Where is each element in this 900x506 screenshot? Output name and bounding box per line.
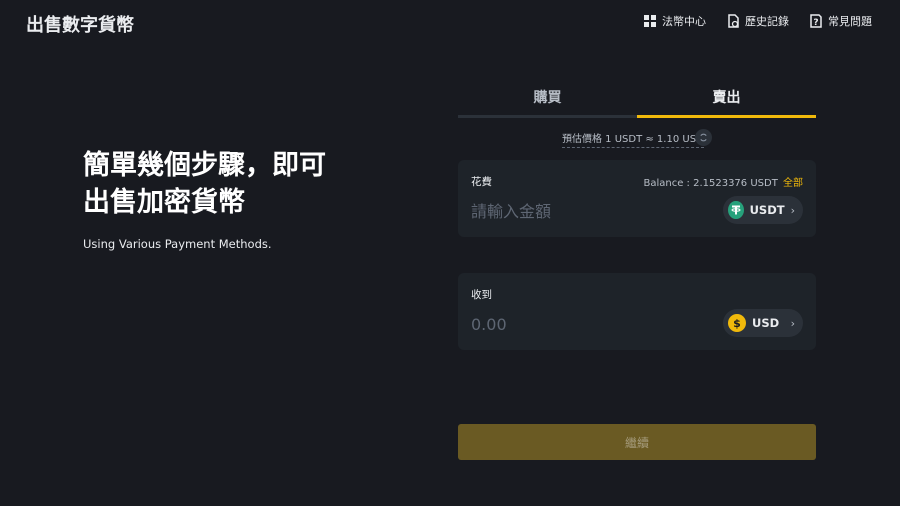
svg-text:?: ? <box>813 18 818 28</box>
page-title: 出售數字貨幣 <box>26 15 134 36</box>
nav-history-label: 歷史記錄 <box>745 15 789 28</box>
top-nav: 法幣中心 歷史記錄 ? 常見問題 <box>643 13 872 29</box>
tab-sell[interactable]: 賣出 <box>637 82 816 118</box>
balance-text: Balance : 2.1523376 USDT <box>643 178 778 189</box>
receive-coin-select[interactable]: $ USD › <box>723 309 803 337</box>
refresh-icon[interactable] <box>695 129 712 146</box>
continue-button[interactable]: 繼續 <box>458 424 816 460</box>
all-button[interactable]: 全部 <box>783 178 803 189</box>
help-icon: ? <box>809 14 823 28</box>
header: 出售數字貨幣 法幣中心 歷史記錄 ? 常見問題 <box>0 0 900 44</box>
trade-panel: 購買 賣出 預估價格 1 USDT ≈ 1.10 USD 花費 Balance … <box>458 82 816 350</box>
nav-faq[interactable]: ? 常見問題 <box>809 13 872 29</box>
nav-history[interactable]: 歷史記錄 <box>726 13 789 29</box>
spend-label: 花費 <box>471 176 492 188</box>
receive-coin-name: USD <box>752 316 780 330</box>
hero-heading: 簡單幾個步驟，即可 出售加密貨幣 <box>83 147 383 221</box>
spend-card: 花費 Balance : 2.1523376 USDT 全部 USDT › <box>458 160 816 237</box>
hero-subtitle: Using Various Payment Methods. <box>83 237 272 251</box>
estimated-price: 預估價格 1 USDT ≈ 1.10 USD <box>562 130 704 148</box>
receive-card: 收到 0.00 $ USD › <box>458 273 816 350</box>
tab-buy[interactable]: 購買 <box>458 82 637 115</box>
trade-tabs: 購買 賣出 <box>458 82 816 118</box>
chevron-right-icon: › <box>790 316 795 330</box>
nav-faq-label: 常見問題 <box>828 15 872 28</box>
nav-fiat-center-label: 法幣中心 <box>662 15 706 28</box>
grid-icon <box>643 14 657 28</box>
spend-coin-select[interactable]: USDT › <box>723 196 803 224</box>
chevron-right-icon: › <box>790 203 795 217</box>
hero-heading-line1: 簡單幾個步驟，即可 <box>83 150 326 181</box>
balance-info: Balance : 2.1523376 USDT 全部 <box>643 174 803 189</box>
usdt-icon <box>728 201 744 219</box>
spend-amount-input[interactable] <box>471 198 701 224</box>
usd-icon: $ <box>728 314 746 332</box>
receive-amount: 0.00 <box>471 315 507 334</box>
nav-fiat-center[interactable]: 法幣中心 <box>643 13 706 29</box>
spend-coin-name: USDT <box>749 203 785 217</box>
hero-heading-line2: 出售加密貨幣 <box>83 187 245 218</box>
receive-label: 收到 <box>471 289 492 301</box>
history-icon <box>726 14 740 28</box>
